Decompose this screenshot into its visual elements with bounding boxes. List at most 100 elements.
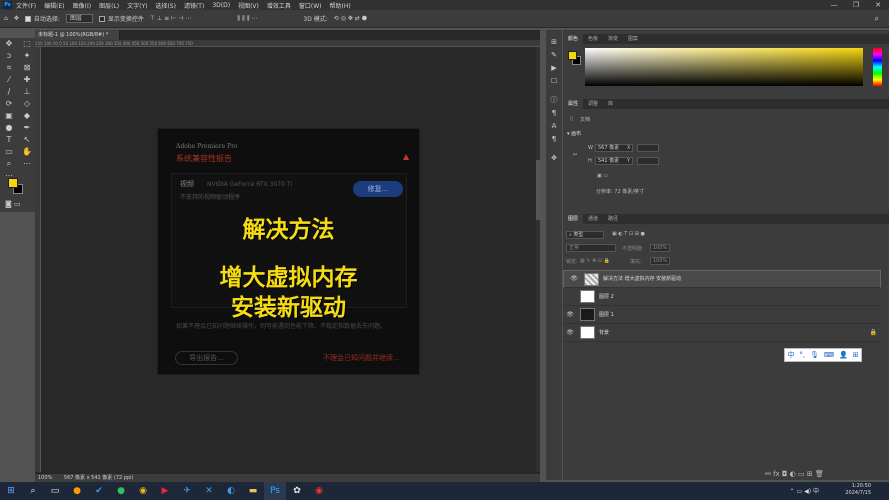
comments-icon[interactable]: ☐: [546, 75, 562, 88]
fill-field[interactable]: 100%: [650, 257, 670, 265]
layer-row[interactable]: 👁 解决方法 增大虚拟内存 安装新驱动: [563, 270, 881, 288]
eraser-tool-icon[interactable]: ◇: [18, 98, 36, 110]
blend-mode-dropdown[interactable]: 正常: [566, 244, 616, 252]
vertical-scrollbar[interactable]: [536, 47, 540, 472]
app-icon-7[interactable]: ◉: [308, 482, 330, 500]
edit-toolbar-icon[interactable]: ⋯: [18, 158, 36, 170]
eyedropper-tool-icon[interactable]: ⁄: [0, 74, 18, 86]
menu-type[interactable]: 文字(Y): [127, 1, 147, 10]
actions-icon[interactable]: ▶: [546, 62, 562, 75]
ime-punct-icon[interactable]: °,: [799, 351, 805, 359]
tab-libraries[interactable]: 库: [603, 99, 618, 109]
distribute-icons[interactable]: ⫼ ⫼ ⫼ ⋯: [237, 15, 257, 23]
hue-slider[interactable]: [873, 48, 882, 86]
file-explorer-icon[interactable]: ▬: [242, 482, 264, 500]
layer-row[interactable]: 👁 背景 🔒: [563, 324, 881, 342]
show-transform-option[interactable]: 显示变换控件: [98, 14, 144, 23]
vertical-scroll-thumb[interactable]: [536, 160, 540, 220]
ime-lang-icon[interactable]: 中: [787, 350, 794, 360]
ime-user-icon[interactable]: 👤: [839, 351, 848, 359]
menu-file[interactable]: 文件(F): [16, 1, 36, 10]
app-icon-2[interactable]: ✔: [88, 482, 110, 500]
menu-layer[interactable]: 图层(L): [99, 1, 119, 10]
dodge-tool-icon[interactable]: ●: [0, 122, 18, 134]
path-select-icon[interactable]: ↖: [18, 134, 36, 146]
search-icon[interactable]: ⌕: [875, 14, 879, 24]
tab-color[interactable]: 颜色: [563, 34, 584, 44]
app-icon-1[interactable]: ●: [66, 482, 88, 500]
foreground-color-swatch[interactable]: [8, 178, 18, 188]
stamp-tool-icon[interactable]: ⊥: [18, 86, 36, 98]
opacity-field[interactable]: 100%: [650, 244, 670, 252]
orientation-icons[interactable]: ▣ ▭: [597, 173, 608, 179]
character-icon[interactable]: A: [546, 120, 562, 133]
paragraph-style-icon[interactable]: ¶: [546, 133, 562, 146]
tab-channels[interactable]: 通道: [583, 214, 603, 224]
move-tool-icon[interactable]: ✥: [14, 15, 19, 22]
move-tool-icon[interactable]: ✥: [0, 38, 18, 50]
chrome-icon[interactable]: ◉: [132, 482, 154, 500]
windows-start-icon[interactable]: ⊞: [0, 482, 22, 500]
ime-keyboard-icon[interactable]: ⌨: [824, 351, 834, 359]
gradient-tool-icon[interactable]: ▣: [0, 110, 18, 122]
wechat-icon[interactable]: ●: [110, 482, 132, 500]
tray-arrow-icon[interactable]: ⌃: [790, 488, 795, 495]
3d-tools-icons[interactable]: ⟲ ◎ ✥ ⇄ ⬢: [334, 15, 367, 22]
visibility-eye-icon[interactable]: 👁: [563, 329, 577, 336]
minimize-button[interactable]: —: [823, 0, 845, 10]
layer-filter-dropdown[interactable]: ⌕ 类型: [566, 231, 604, 239]
brush-tool-icon[interactable]: ∕: [0, 86, 18, 98]
menu-view[interactable]: 视图(V): [238, 1, 259, 10]
tab-adjustments[interactable]: 调整: [583, 99, 603, 109]
photoshop-taskbar-icon[interactable]: Ps: [264, 482, 286, 500]
quick-mask-icon[interactable]: ◙ ▭: [5, 200, 21, 208]
paragraph-icon[interactable]: ¶: [546, 107, 562, 120]
ime-mic-icon[interactable]: 🎙: [810, 351, 819, 359]
volume-icon[interactable]: ◀): [804, 488, 811, 495]
pen-tool-icon[interactable]: ✒: [18, 122, 36, 134]
ime-apps-icon[interactable]: ⊞: [853, 351, 859, 359]
align-icons[interactable]: ⊤ ⊥ ≡ ⊢ ⊣ ⋯: [150, 15, 191, 22]
layer-bottom-icons[interactable]: ⚯ fx ◘ ◐ ▭ ⊞ 🗑: [765, 470, 824, 478]
app-icon-3[interactable]: ▶: [154, 482, 176, 500]
history-brush-icon[interactable]: ⟳: [0, 98, 18, 110]
network-icon[interactable]: ▭: [797, 488, 803, 495]
x-field[interactable]: [637, 144, 659, 152]
auto-select-checkbox[interactable]: [24, 15, 31, 22]
tab-swatches[interactable]: 色板: [583, 34, 603, 44]
zoom-level[interactable]: 100%: [38, 475, 52, 481]
type-tool-icon[interactable]: T: [0, 134, 18, 146]
rectangle-tool-icon[interactable]: ▭: [0, 146, 18, 158]
color-panel-foreground-swatch[interactable]: [568, 51, 577, 60]
visibility-eye-icon[interactable]: 👁: [567, 275, 581, 283]
menu-3d[interactable]: 3D(D): [212, 2, 230, 9]
auto-select-dropdown[interactable]: 图层: [65, 14, 93, 23]
input-language[interactable]: 中: [813, 488, 819, 495]
zoom-tool-icon[interactable]: ⌕: [0, 158, 18, 170]
layer-filter-icons[interactable]: ▣ ◐ T ⊡ ⊞ ●: [612, 231, 645, 237]
tab-layers[interactable]: 图层: [563, 214, 584, 224]
lasso-tool-icon[interactable]: ↄ: [0, 50, 18, 62]
menu-select[interactable]: 选择(S): [155, 1, 176, 10]
app-icon-4[interactable]: ✈: [176, 482, 198, 500]
edge-icon[interactable]: ◐: [220, 482, 242, 500]
close-button[interactable]: ✕: [867, 0, 889, 10]
frame-tool-icon[interactable]: ⊠: [18, 62, 36, 74]
home-icon[interactable]: ⌂: [4, 15, 8, 22]
tab-paths[interactable]: 路径: [603, 214, 623, 224]
info-icon[interactable]: ⓘ: [546, 94, 562, 107]
layer-row[interactable]: 图层 2: [563, 288, 881, 306]
auto-select-option[interactable]: 自动选择:: [24, 14, 60, 23]
menu-image[interactable]: 图像(I): [73, 1, 91, 10]
menu-help[interactable]: 帮助(H): [330, 1, 351, 10]
link-icon[interactable]: ⚯: [573, 152, 577, 158]
document-tab[interactable]: 未标题-1 @ 100%(RGB/8#) *: [35, 30, 120, 40]
magic-wand-icon[interactable]: ✦: [18, 50, 36, 62]
task-view-icon[interactable]: ▭: [44, 482, 66, 500]
y-field[interactable]: [637, 157, 659, 165]
blur-tool-icon[interactable]: ◆: [18, 110, 36, 122]
crop-tool-icon[interactable]: ⌗: [0, 62, 18, 74]
restore-button[interactable]: ❐: [845, 0, 867, 10]
tab-patterns[interactable]: 图案: [623, 34, 643, 44]
history-icon[interactable]: ⊞: [546, 36, 562, 49]
